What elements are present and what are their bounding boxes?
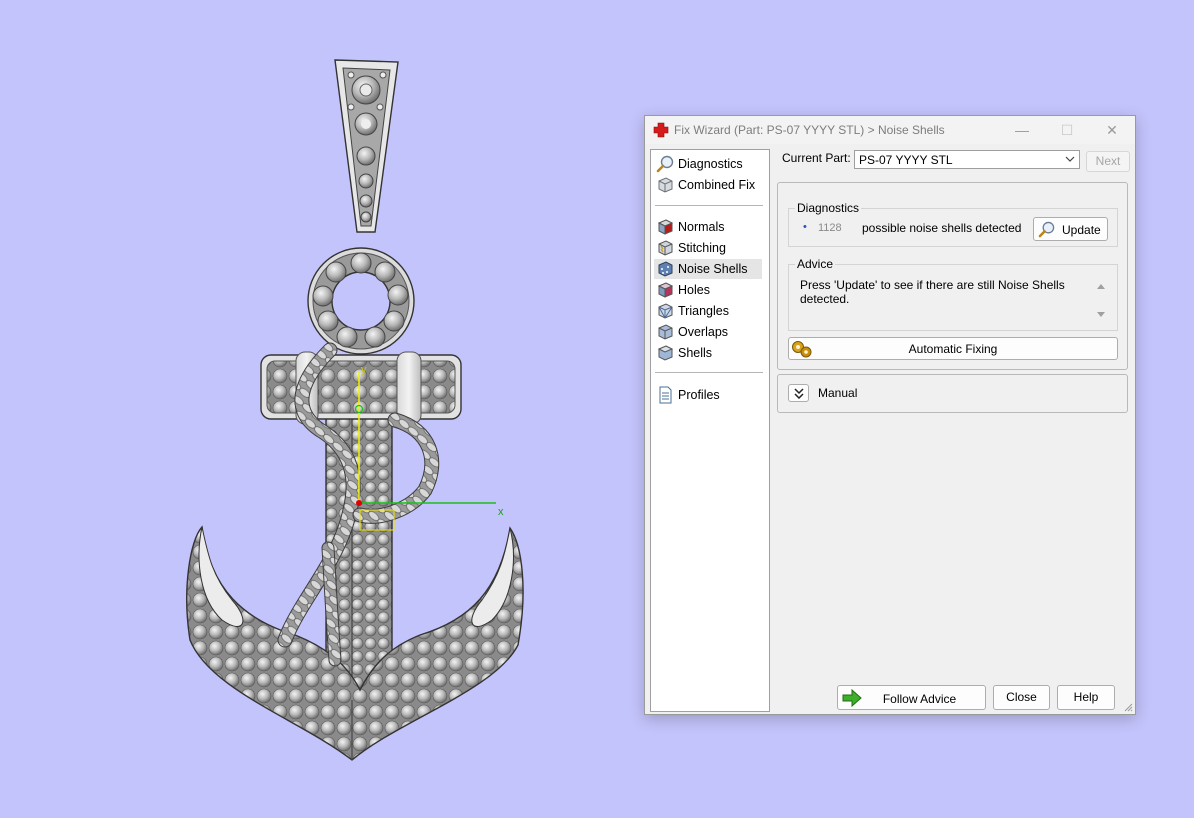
sidebar-item-label: Combined Fix: [678, 178, 756, 192]
diagnostics-group-title: Diagnostics: [795, 201, 862, 215]
manual-panel[interactable]: Manual: [777, 374, 1128, 413]
diagnostics-magnifier-icon: [656, 155, 674, 173]
noise-shells-panel: Diagnostics • 1128 possible noise shells…: [777, 182, 1128, 370]
minimize-button[interactable]: —: [1010, 120, 1034, 140]
advice-group: Advice Press 'Update' to see if there ar…: [788, 257, 1118, 331]
sidebar-divider: [655, 372, 763, 373]
combined-fix-cube-icon: [658, 177, 673, 193]
chevron-down-icon: [1065, 156, 1075, 162]
scroll-down-arrow-icon[interactable]: [1096, 311, 1106, 319]
sidebar-item-label: Noise Shells: [678, 262, 748, 276]
diagnostics-group: Diagnostics • 1128 possible noise shells…: [788, 201, 1118, 247]
sidebar-item-holes[interactable]: Holes: [654, 280, 762, 300]
sidebar-item-combined-fix[interactable]: Combined Fix: [654, 175, 762, 195]
manual-label: Manual: [818, 386, 858, 400]
shells-cube-icon: [657, 345, 674, 361]
automatic-fixing-button[interactable]: Automatic Fixing: [788, 337, 1118, 360]
close-button[interactable]: Close: [993, 685, 1050, 710]
pendant-ring: [307, 247, 415, 355]
sidebar-item-profiles[interactable]: Profiles: [654, 385, 762, 405]
sidebar-item-label: Shells: [678, 346, 713, 360]
profiles-document-icon: [659, 386, 672, 404]
diagnostics-message: possible noise shells detected: [862, 221, 1022, 235]
anchor-stock: [260, 351, 462, 425]
sidebar-item-label: Triangles: [678, 304, 729, 318]
follow-advice-button[interactable]: Follow Advice: [837, 685, 986, 710]
bullet-icon: •: [803, 221, 807, 233]
advice-group-title: Advice: [795, 257, 836, 271]
overlaps-cube-icon: [658, 324, 673, 340]
sidebar-item-label: Holes: [678, 283, 710, 297]
advice-textbox[interactable]: Press 'Update' to see if there are still…: [799, 275, 1089, 321]
close-window-button[interactable]: ✕: [1100, 120, 1124, 140]
axis-y-label: y: [361, 364, 367, 376]
sidebar-item-normals[interactable]: Normals: [654, 217, 762, 237]
pendant-bail: [334, 59, 399, 233]
advice-text: Press 'Update' to see if there are still…: [800, 278, 1065, 306]
sidebar-item-noise-shells[interactable]: Noise Shells: [654, 259, 762, 279]
triangles-cube-icon: [658, 303, 673, 319]
expand-manual-button[interactable]: [788, 384, 809, 402]
sidebar-divider: [655, 205, 763, 206]
sidebar-item-label: Normals: [678, 220, 725, 234]
current-part-value: PS-07 YYYY STL: [859, 153, 953, 167]
sidebar-item-label: Stitching: [678, 241, 726, 255]
current-part-label: Current Part:: [782, 151, 851, 165]
help-button[interactable]: Help: [1057, 685, 1115, 710]
anchor-pendant-model: x y: [186, 59, 524, 761]
fix-wizard-cross-icon: [653, 122, 669, 138]
fix-wizard-dialog: Fix Wizard (Part: PS-07 YYYY STL) > Nois…: [644, 115, 1136, 715]
axis-x-label: x: [498, 506, 504, 518]
fix-wizard-sidebar: Diagnostics Combined Fix Normals Stitchi…: [650, 149, 770, 712]
holes-cube-icon: [657, 282, 674, 298]
update-button[interactable]: Update: [1033, 217, 1108, 241]
resize-grip-icon[interactable]: [1123, 702, 1133, 712]
sidebar-item-diagnostics[interactable]: Diagnostics: [654, 154, 762, 174]
scroll-up-arrow-icon[interactable]: [1096, 282, 1106, 290]
sidebar-item-shells[interactable]: Shells: [654, 343, 762, 363]
current-part-select[interactable]: PS-07 YYYY STL: [854, 150, 1080, 169]
magnifier-icon: [1038, 221, 1055, 238]
noise-shells-cube-icon: [658, 261, 673, 277]
double-chevron-down-icon: [794, 388, 804, 399]
update-button-label: Update: [1062, 223, 1101, 237]
sidebar-item-overlaps[interactable]: Overlaps: [654, 322, 762, 342]
dialog-titlebar[interactable]: Fix Wizard (Part: PS-07 YYYY STL) > Nois…: [645, 116, 1135, 144]
sidebar-item-stitching[interactable]: Stitching: [654, 238, 762, 258]
stitching-cube-icon: [658, 240, 673, 256]
sidebar-item-label: Diagnostics: [678, 157, 743, 171]
next-button[interactable]: Next: [1086, 151, 1130, 172]
sidebar-item-triangles[interactable]: Triangles: [654, 301, 762, 321]
automatic-fixing-label: Automatic Fixing: [908, 342, 998, 356]
3d-viewport[interactable]: x y: [0, 0, 640, 818]
maximize-button[interactable]: ☐: [1055, 120, 1079, 140]
normals-cube-icon: [657, 219, 674, 235]
follow-advice-label: Follow Advice: [882, 692, 957, 706]
sidebar-item-label: Profiles: [678, 388, 720, 402]
dialog-title: Fix Wizard (Part: PS-07 YYYY STL) > Nois…: [674, 123, 945, 137]
noise-shell-count: 1128: [818, 222, 842, 234]
sidebar-item-label: Overlaps: [678, 325, 729, 339]
